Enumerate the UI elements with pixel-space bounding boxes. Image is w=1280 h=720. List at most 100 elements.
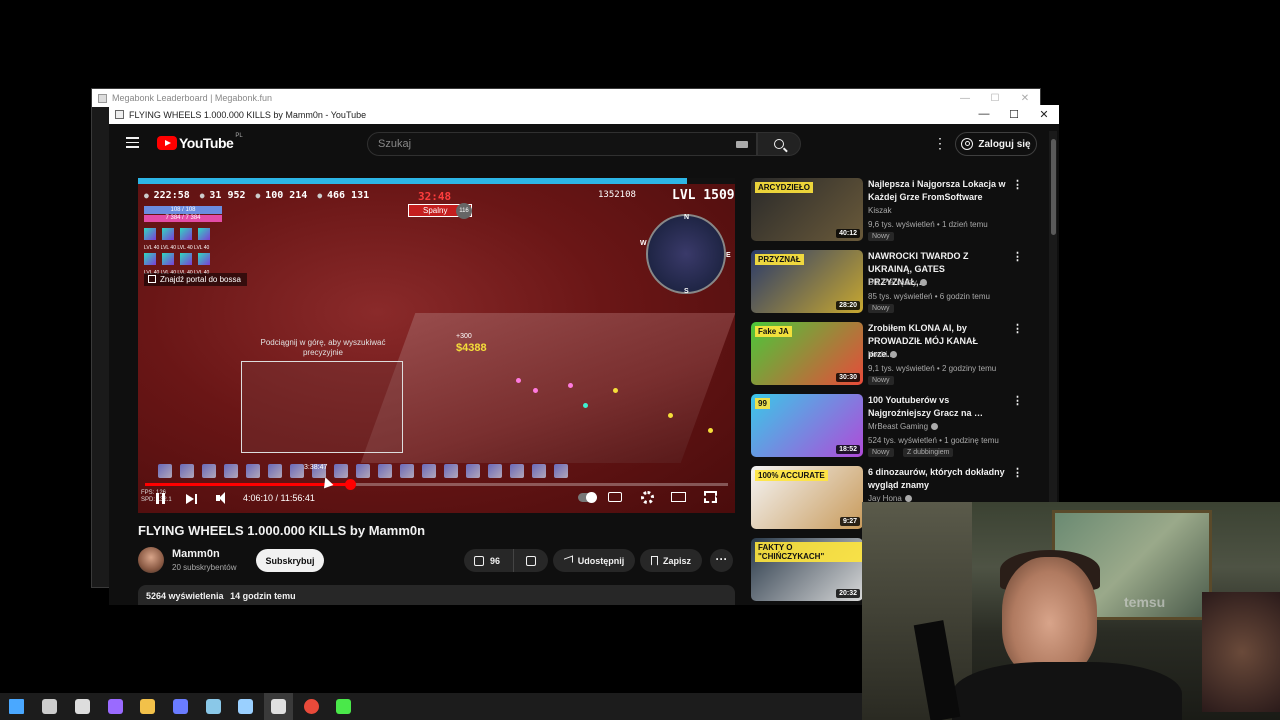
subscribe-button[interactable]: Subskrybuj (256, 549, 324, 572)
thumbnail-caption: 100% ACCURATE (755, 470, 828, 481)
calendar-icon[interactable] (238, 699, 253, 714)
recommendation-channel[interactable]: MrBeast Gaming (868, 422, 939, 431)
recommendation-menu-icon[interactable]: ⋮ (1012, 322, 1023, 335)
recommendation-thumbnail[interactable]: Fake JA 30:30 (751, 322, 863, 385)
recommendation-title[interactable]: 6 dinozaurów, których dokładny wygląd zn… (868, 466, 1006, 492)
thumbs-up-icon (474, 555, 484, 566)
recommendation-thumbnail[interactable]: 99 18:52 (751, 394, 863, 457)
recommendation-title[interactable]: 100 Youtuberów vs Najgroźniejszy Gracz n… (868, 394, 1006, 420)
maximize-button[interactable]: ☐ (980, 93, 1010, 104)
weapon-icon (180, 228, 192, 240)
subscriber-count: 20 subskrybentów (172, 563, 237, 572)
obs-icon[interactable] (271, 699, 286, 714)
minimize-button[interactable]: — (969, 108, 999, 120)
file-explorer-icon[interactable] (140, 699, 155, 714)
progress-bar[interactable] (145, 479, 728, 490)
weapon-levels-row: LVL 40 LVL 40 LVL 40 LVL 40 (144, 245, 210, 251)
recommendation-thumbnail[interactable]: 100% ACCURATE 9:27 (751, 466, 863, 529)
recommendation-thumbnail[interactable]: ARCYDZIEŁO 40:12 (751, 178, 863, 241)
scrollbar-thumb[interactable] (1050, 139, 1056, 235)
close-button[interactable]: ✕ (1010, 93, 1040, 104)
channel-name[interactable]: Mamm0n (172, 548, 220, 560)
hud-stat-skulls: 466 131 (317, 190, 369, 201)
recommendation-channel[interactable]: Kiszak (868, 206, 892, 215)
keyboard-icon[interactable] (736, 141, 748, 148)
particle (533, 388, 538, 393)
search-button[interactable] (757, 132, 801, 156)
search-input[interactable] (378, 138, 718, 150)
fullscreen-button[interactable] (704, 491, 717, 503)
windows-start-icon[interactable] (9, 699, 24, 714)
pause-button[interactable] (156, 491, 168, 507)
next-video-button[interactable] (186, 491, 198, 507)
hud-hp-bar: 108 / 108 (144, 206, 222, 214)
youtube-window-titlebar[interactable]: FLYING WHEELS 1.000.000 KILLS by Mamm0n … (109, 105, 1059, 124)
recommendation-item[interactable]: ARCYDZIEŁO 40:12 Najlepsza i Najgorsza Lok… (751, 178, 1023, 242)
description-box[interactable]: 5264 wyświetlenia 14 godzin temu (138, 585, 735, 605)
recommendation-menu-icon[interactable]: ⋮ (1012, 394, 1023, 407)
settings-gear-icon[interactable] (641, 491, 654, 504)
verified-icon (919, 279, 927, 286)
compass-west: W (640, 240, 647, 247)
chrome-icon[interactable] (304, 699, 319, 714)
terminal-icon[interactable] (75, 699, 90, 714)
hud-timer: 32:48 (418, 190, 452, 203)
streamer-face (1002, 557, 1097, 677)
discord-icon[interactable] (173, 699, 188, 714)
verified-icon (904, 495, 912, 502)
like-button[interactable]: 96 (464, 549, 514, 572)
game-floor (360, 313, 735, 463)
duration-badge: 28:20 (836, 301, 860, 310)
xp-bar (138, 178, 735, 184)
recommendation-menu-icon[interactable]: ⋮ (1012, 466, 1023, 479)
particle (668, 413, 673, 418)
tasks-icon[interactable] (336, 699, 351, 714)
thumbnail-caption: 99 (755, 398, 770, 409)
hud-boss-count: 116 (456, 203, 472, 219)
theater-mode-button[interactable] (671, 492, 686, 502)
steam-icon[interactable] (206, 699, 221, 714)
page-favicon-icon (115, 110, 124, 119)
autoplay-toggle[interactable] (578, 492, 597, 503)
youtube-window-title: FLYING WHEELS 1.000.000 KILLS by Mamm0n … (129, 109, 367, 120)
search-box[interactable] (367, 132, 757, 156)
settings-kebab-icon[interactable]: ⋮ (933, 136, 947, 150)
dislike-button[interactable] (514, 549, 548, 572)
share-button[interactable]: Udostępnij (553, 549, 635, 572)
volume-button[interactable] (216, 491, 228, 507)
recommendation-thumbnail[interactable]: PRZYZNAŁ 28:20 (751, 250, 863, 313)
weapon-icon (198, 228, 210, 240)
new-badge: Nowy (868, 448, 894, 457)
recommendation-channel[interactable]: Dla Pieniędzy (868, 278, 927, 287)
recommendation-channel[interactable]: Yoshi (868, 350, 898, 359)
maximize-button[interactable]: ☐ (999, 108, 1029, 121)
share-arrow-icon (563, 555, 573, 566)
sign-in-button[interactable]: Zaloguj się (955, 132, 1037, 156)
seek-preview-thumbnail (241, 361, 403, 453)
channel-avatar[interactable] (138, 547, 164, 573)
more-actions-button[interactable]: ··· (710, 549, 733, 572)
search-icon (774, 139, 784, 149)
video-player[interactable]: 222:58 31 952 100 214 466 131 32:48 Spal… (138, 178, 735, 513)
save-button[interactable]: Zapisz (640, 549, 702, 572)
recommendation-meta: 9,6 tys. wyświetleń • 1 dzień temu (868, 220, 988, 229)
recommendation-item[interactable]: Fake JA 30:30 Zrobiłem KLONA AI, by PROWAD… (751, 322, 1023, 386)
recommendation-menu-icon[interactable]: ⋮ (1012, 250, 1023, 263)
recommendation-item[interactable]: PRZYZNAŁ 28:20 NAWROCKI TWARDO Z UKRAINĄ, … (751, 250, 1023, 314)
recommendation-item[interactable]: 99 18:52 100 Youtuberów vs Najgroźniejszy … (751, 394, 1023, 458)
minimize-button[interactable]: — (950, 93, 980, 104)
recommendation-title[interactable]: Najlepsza i Najgorsza Lokacja w Każdej G… (868, 178, 1006, 204)
recommendation-meta: 9,1 tys. wyświetleń • 2 godziny temu (868, 364, 997, 373)
weapon-icon (144, 228, 156, 240)
obsidian-icon[interactable] (108, 699, 123, 714)
recommendation-menu-icon[interactable]: ⋮ (1012, 178, 1023, 191)
speedometer-icon[interactable] (42, 699, 57, 714)
close-button[interactable]: ✕ (1029, 108, 1059, 121)
streamer-body (952, 662, 1182, 720)
weapon-icon (198, 253, 210, 265)
like-dislike-group: 96 (464, 549, 548, 572)
youtube-logo[interactable]: YouTube PL (157, 133, 243, 151)
hamburger-menu-icon[interactable] (126, 137, 139, 148)
recommendation-thumbnail[interactable]: FAKTY O "CHIŃCZYKACH" 20:32 (751, 538, 863, 601)
subtitles-button[interactable] (608, 492, 622, 502)
